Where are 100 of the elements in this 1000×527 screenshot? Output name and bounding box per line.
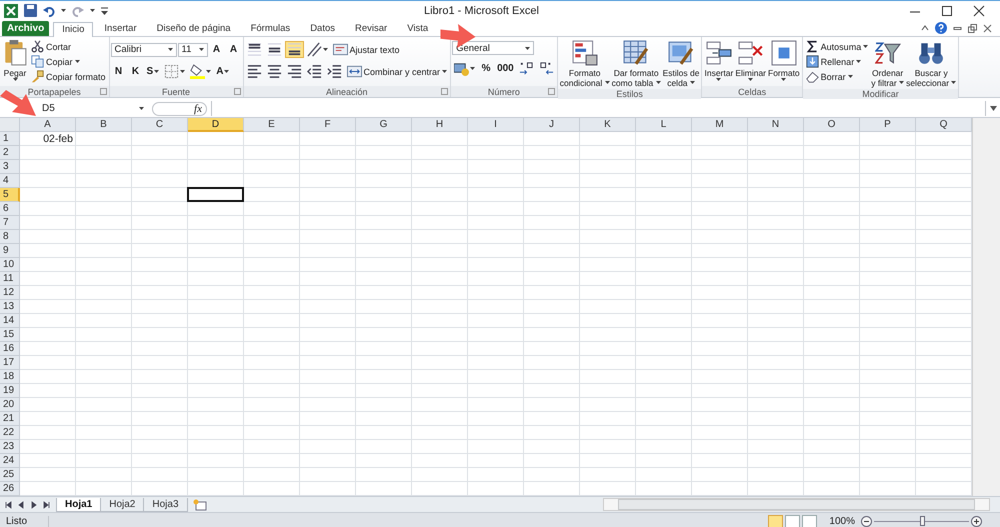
column-header[interactable]: N <box>748 118 804 132</box>
zoom-slider-thumb[interactable] <box>920 516 924 526</box>
row-header[interactable]: 24 <box>0 454 20 468</box>
row-header[interactable]: 7 <box>0 216 20 230</box>
column-header[interactable]: M <box>692 118 748 132</box>
column-header[interactable]: O <box>804 118 860 132</box>
ribbon-button[interactable]: Formato <box>767 39 801 82</box>
row-header[interactable]: 11 <box>0 272 20 286</box>
collapse-ribbon-icon[interactable] <box>921 25 929 31</box>
ribbon-tab[interactable]: Datos <box>301 21 344 36</box>
toolbar-button[interactable]: S <box>144 63 162 80</box>
restore-icon[interactable] <box>968 24 977 32</box>
customize-menu-icon[interactable] <box>101 6 108 14</box>
sheet-navigation-icon[interactable] <box>43 500 51 508</box>
ribbon-button[interactable]: Cortar <box>29 39 108 54</box>
ribbon-tab[interactable]: Inicio <box>53 22 94 37</box>
dropdown-field[interactable]: General <box>452 41 534 55</box>
row-header[interactable]: 2 <box>0 146 20 160</box>
dropdown-field[interactable]: Calibri <box>110 42 177 56</box>
ribbon-button[interactable]: Autosuma <box>804 39 870 54</box>
ribbon-tab[interactable]: Diseño de página <box>148 21 240 36</box>
ribbon-tab[interactable]: Insertar <box>95 21 146 36</box>
ribbon-button[interactable]: Ordenar y filtrar <box>870 39 906 89</box>
row-header[interactable]: 10 <box>0 258 20 272</box>
column-header[interactable]: D <box>188 118 244 132</box>
selected-cell[interactable] <box>187 187 244 202</box>
row-header[interactable]: 25 <box>0 468 20 482</box>
vertical-scrollbar[interactable] <box>972 118 1000 496</box>
ribbon-tab[interactable]: Fórmulas <box>242 21 300 36</box>
column-header[interactable]: F <box>300 118 356 132</box>
ribbon-button[interactable]: Estilos de celda <box>662 39 700 89</box>
toolbar-button[interactable] <box>284 41 304 58</box>
column-header[interactable]: A <box>20 118 76 132</box>
row-header[interactable]: 12 <box>0 286 20 300</box>
row-header[interactable]: 3 <box>0 160 20 174</box>
row-header[interactable]: 19 <box>0 384 20 398</box>
zoom-out-button[interactable] <box>861 516 872 526</box>
toolbar-button[interactable] <box>324 63 344 80</box>
ribbon-button[interactable]: Insertar <box>703 39 734 82</box>
column-header[interactable]: I <box>468 118 524 132</box>
close-icon[interactable] <box>972 4 986 18</box>
row-header[interactable]: 18 <box>0 370 20 384</box>
ribbon-button[interactable]: Copiar formato <box>29 69 108 84</box>
toolbar-button[interactable]: A <box>214 63 232 80</box>
column-header[interactable]: Q <box>916 118 972 132</box>
file-tab[interactable]: Archivo <box>2 21 50 36</box>
column-header[interactable]: E <box>244 118 300 132</box>
sheet-tab[interactable]: Hoja3 <box>143 498 188 512</box>
ribbon-button[interactable]: Eliminar <box>734 39 768 82</box>
toolbar-button[interactable] <box>188 63 214 80</box>
row-header[interactable]: 20 <box>0 398 20 412</box>
row-header[interactable]: 16 <box>0 342 20 356</box>
help-icon[interactable] <box>935 22 947 34</box>
sheet-tab[interactable]: Hoja1 <box>56 498 102 512</box>
toolbar-button[interactable]: Ajustar texto <box>330 42 402 57</box>
column-header[interactable]: B <box>76 118 132 132</box>
ribbon-button[interactable]: Borrar <box>804 69 870 84</box>
expand-formula-bar-icon[interactable] <box>990 106 997 111</box>
ribbon-button[interactable]: Pegar <box>1 39 29 82</box>
column-header[interactable]: C <box>132 118 188 132</box>
column-header[interactable]: G <box>356 118 412 132</box>
row-header[interactable]: 21 <box>0 412 20 426</box>
ribbon-button[interactable]: Buscar y seleccionar <box>905 39 958 89</box>
toolbar-button[interactable] <box>304 63 324 80</box>
sheet-navigation-icon[interactable] <box>4 500 12 508</box>
close-icon[interactable] <box>983 24 992 32</box>
row-header[interactable]: 9 <box>0 244 20 258</box>
row-header[interactable]: 8 <box>0 230 20 244</box>
dropdown-field[interactable]: 11 <box>178 42 208 56</box>
ribbon-tab[interactable]: Revisar <box>346 21 396 36</box>
save-icon[interactable] <box>24 4 37 17</box>
formula-input[interactable] <box>211 101 986 116</box>
toolbar-button[interactable] <box>304 41 330 58</box>
column-header[interactable]: H <box>412 118 468 132</box>
toolbar-button[interactable]: A <box>208 41 225 58</box>
ribbon-button[interactable]: Dar formato como tabla <box>610 39 662 89</box>
ribbon-button[interactable]: Rellenar <box>804 54 870 69</box>
toolbar-button[interactable]: K <box>128 63 144 80</box>
ribbon-button[interactable]: Formato condicional <box>558 39 611 89</box>
column-header[interactable]: K <box>580 118 636 132</box>
column-header[interactable]: P <box>860 118 916 132</box>
row-header[interactable]: 4 <box>0 174 20 188</box>
ribbon-tab[interactable]: Vista <box>398 21 438 36</box>
column-header[interactable]: L <box>636 118 692 132</box>
cell[interactable]: 02-feb <box>20 132 76 146</box>
row-header[interactable]: 17 <box>0 356 20 370</box>
new-sheet-icon[interactable] <box>192 498 208 510</box>
row-header[interactable]: 23 <box>0 440 20 454</box>
row-header[interactable]: 22 <box>0 426 20 440</box>
row-header[interactable]: 6 <box>0 202 20 216</box>
toolbar-button[interactable]: 000 <box>495 60 516 77</box>
row-header[interactable]: 5 <box>0 188 20 202</box>
name-box[interactable]: D5 <box>38 101 148 116</box>
horizontal-scrollbar[interactable] <box>603 498 990 511</box>
zoom-in-button[interactable] <box>971 516 982 526</box>
toolbar-button[interactable]: N <box>110 63 127 80</box>
row-header[interactable]: 14 <box>0 314 20 328</box>
row-header[interactable]: 15 <box>0 328 20 342</box>
insert-function-button[interactable]: fx <box>152 102 207 116</box>
sheet-tab[interactable]: Hoja2 <box>100 498 144 512</box>
